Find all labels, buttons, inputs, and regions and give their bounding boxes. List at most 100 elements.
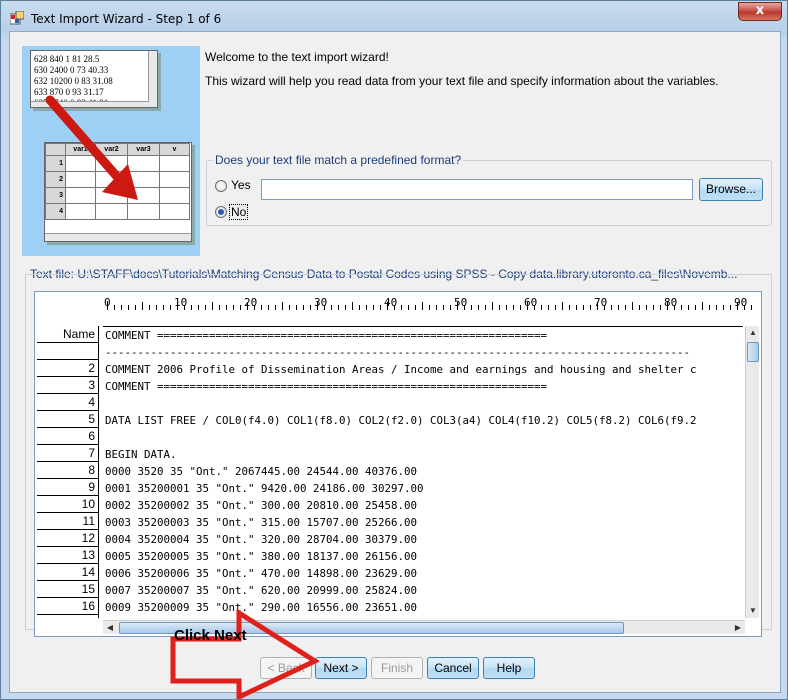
line-number: 13 (37, 547, 98, 564)
line-number: 11 (37, 513, 98, 530)
ruler-tick (632, 302, 633, 310)
preview-line: ----------------------------------------… (105, 346, 691, 359)
next-button[interactable]: Next > (315, 657, 367, 679)
ruler-tick (709, 305, 710, 310)
ruler-tick (681, 305, 682, 310)
line-number: 4 (37, 394, 98, 411)
ruler-tick (429, 305, 430, 310)
line-number: 5 (37, 411, 98, 428)
ruler-tick (212, 302, 213, 310)
ruler-tick (380, 305, 381, 310)
ruler-tick (226, 305, 227, 310)
ruler-tick (338, 305, 339, 310)
scroll-down-arrow-icon[interactable]: ▼ (747, 605, 759, 617)
ruler-number: 40 (384, 296, 398, 309)
preview-line: COMMENT ================================… (105, 329, 548, 342)
ruler-tick (751, 305, 752, 310)
ruler-tick (408, 305, 409, 310)
line-number: 14 (37, 564, 98, 581)
ruler-number: 10 (174, 296, 188, 309)
predefined-format-legend: Does your text file match a predefined f… (213, 153, 464, 167)
finish-button[interactable]: Finish (371, 657, 423, 679)
red-arrow-illustration-icon (45, 95, 138, 200)
ruler-tick (373, 305, 374, 310)
ruler-tick (296, 305, 297, 310)
ruler-tick (702, 302, 703, 310)
ruler-tick (163, 305, 164, 310)
line-number: 9 (37, 479, 98, 496)
line-number: 3 (37, 377, 98, 394)
close-button[interactable]: x (738, 2, 782, 21)
preview-line: 0000 3520 35 "Ont." 2067445.00 24544.00 … (105, 465, 418, 478)
ruler-tick (268, 305, 269, 310)
yes-radio[interactable] (215, 180, 227, 192)
text-file-preview[interactable]: 0 10 20 30 40 50 60 70 80 90 Name 2 3 4 5 6 7 8 9 10 11 12 13… (34, 291, 762, 637)
ruler-number: 90 (734, 296, 748, 309)
cancel-button[interactable]: Cancel (427, 657, 479, 679)
title-bar[interactable]: Text Import Wizard - Step 1 of 6 x (1, 1, 787, 31)
ruler-tick (240, 305, 241, 310)
preview-line: 0006 35200006 35 "Ont." 470.00 14898.00 … (105, 567, 418, 580)
preview-line: 0005 35200005 35 "Ont." 380.00 18137.00 … (105, 550, 418, 563)
line-number: 6 (37, 428, 98, 445)
annotation-arrow-icon (170, 609, 319, 699)
preview-line: DATA LIST FREE / COL0(f4.0) COL1(f8.0) C… (105, 414, 697, 427)
ruler-tick (114, 305, 115, 310)
no-radio-label[interactable]: No (229, 204, 249, 220)
help-button[interactable]: Help (483, 657, 535, 679)
ruler-tick (331, 305, 332, 310)
ruler-tick (156, 305, 157, 310)
ruler-tick (569, 305, 570, 310)
preview-line: BEGIN DATA. (105, 448, 177, 461)
text-import-wizard-window: Text Import Wizard - Step 1 of 6 x 628 8… (0, 0, 788, 700)
ruler-tick (142, 302, 143, 310)
window-title: Text Import Wizard - Step 1 of 6 (31, 12, 222, 26)
ruler-tick (261, 305, 262, 310)
ruler-tick (541, 305, 542, 310)
ruler-number: 20 (244, 296, 258, 309)
import-illustration: 628 840 1 81 28.5 630 2400 0 73 40.33 632 … (22, 46, 200, 256)
ruler-tick (611, 305, 612, 310)
ruler-tick (366, 305, 367, 310)
ruler-tick (688, 305, 689, 310)
predefined-format-group: Does your text file match a predefined f… (206, 153, 772, 226)
format-file-path-input[interactable] (261, 179, 693, 200)
preview-vertical-scrollbar[interactable]: ▲ ▼ (745, 326, 759, 618)
preview-line: 0007 35200007 35 "Ont." 620.00 20999.00 … (105, 584, 418, 597)
ruler-tick (401, 305, 402, 310)
ruler-tick (422, 302, 423, 310)
ruler-tick (310, 305, 311, 310)
line-number: 2 (37, 360, 98, 377)
browse-button[interactable]: Browse... (699, 178, 763, 201)
close-icon: x (755, 3, 765, 18)
ruler-number: 0 (104, 296, 111, 309)
line-number: 12 (37, 530, 98, 547)
ruler-tick (646, 305, 647, 310)
ruler-tick (499, 305, 500, 310)
scroll-left-arrow-icon[interactable]: ◀ (104, 622, 116, 634)
line-number: 10 (37, 496, 98, 513)
no-radio[interactable] (215, 206, 227, 218)
ruler-tick (513, 305, 514, 310)
ruler-tick (128, 305, 129, 310)
line-number: 8 (37, 462, 98, 479)
ruler-number: 50 (454, 296, 468, 309)
welcome-heading: Welcome to the text import wizard! (205, 50, 389, 64)
preview-line: 0002 35200002 35 "Ont." 300.00 20810.00 … (105, 499, 418, 512)
ruler-tick (660, 305, 661, 310)
preview-text-area[interactable]: COMMENT ================================… (103, 326, 743, 618)
ruler-tick (289, 305, 290, 310)
ruler-tick (443, 305, 444, 310)
preview-line (103, 429, 743, 446)
ruler-tick (562, 302, 563, 310)
ruler-tick (520, 305, 521, 310)
yes-radio-label[interactable]: Yes (231, 178, 251, 192)
ruler-tick (219, 305, 220, 310)
scroll-right-arrow-icon[interactable]: ▶ (732, 622, 744, 634)
ruler-tick (415, 305, 416, 310)
preview-line: 0004 35200004 35 "Ont." 320.00 28704.00 … (105, 533, 418, 546)
ruler-tick (730, 305, 731, 310)
ruler-tick (653, 305, 654, 310)
preview-vertical-scroll-thumb[interactable] (747, 342, 759, 362)
scroll-up-arrow-icon[interactable]: ▲ (747, 327, 759, 339)
